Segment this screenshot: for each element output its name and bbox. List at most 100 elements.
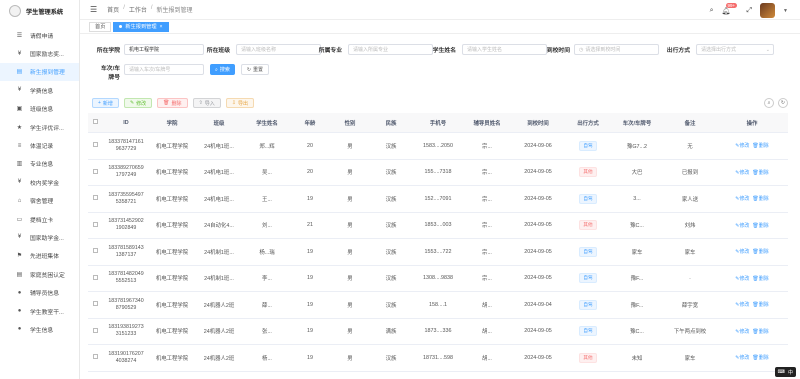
row-checkbox-cell[interactable] bbox=[88, 142, 102, 149]
reset-button[interactable]: ↻ 重置 bbox=[240, 64, 270, 75]
table-row[interactable]: 183731452902 1902849 机电工程学院 24自动化4... 刘... 21… bbox=[88, 213, 788, 239]
row-checkbox-cell[interactable] bbox=[88, 274, 102, 282]
search-button[interactable]: ⌕ 搜索 bbox=[210, 64, 235, 75]
row-checkbox-cell[interactable] bbox=[88, 221, 102, 229]
row-delete-link[interactable]: 🗑︎删除 bbox=[752, 354, 768, 361]
checkbox[interactable] bbox=[92, 221, 98, 227]
college-select[interactable]: 机电工程学院 bbox=[124, 44, 204, 55]
select-all-checkbox[interactable] bbox=[88, 119, 102, 126]
checkbox[interactable] bbox=[92, 327, 98, 333]
class-input[interactable]: 请输入班级名称 bbox=[236, 44, 321, 55]
ime-indicator[interactable]: ⌨ 中 bbox=[774, 367, 796, 377]
close-icon[interactable]: × bbox=[160, 24, 163, 30]
breadcrumb-workbench[interactable]: 工作台 bbox=[129, 5, 147, 14]
breadcrumb-home[interactable]: 首页 bbox=[107, 5, 119, 14]
counselor-cell: 宗... bbox=[482, 196, 492, 203]
row-checkbox-cell[interactable] bbox=[88, 354, 102, 361]
actions-cell: ✎修改 🗑︎删除 bbox=[716, 248, 788, 255]
avatar[interactable] bbox=[760, 3, 776, 18]
chevron-down-icon[interactable]: ▼ bbox=[783, 8, 788, 14]
row-edit-link[interactable]: ✎修改 bbox=[735, 301, 749, 308]
row-delete-link[interactable]: 🗑︎删除 bbox=[752, 248, 768, 255]
checkbox[interactable] bbox=[92, 274, 98, 280]
table-row[interactable]: 183193819273 3151233 机电工程学院 24机器人2班 张... 19 男 满… bbox=[88, 319, 788, 345]
table-row[interactable]: 183781482049 5552513 机电工程学院 24机制1班... 李... 19… bbox=[88, 266, 788, 292]
add-button[interactable]: + 新增 bbox=[92, 98, 119, 108]
row-delete-link[interactable]: 🗑︎删除 bbox=[752, 328, 768, 335]
sidebar-item[interactable]: ¥ 校内奖学金 bbox=[0, 173, 79, 191]
row-checkbox-cell[interactable] bbox=[88, 195, 102, 202]
row-edit-link[interactable]: ✎修改 bbox=[735, 142, 749, 149]
checkbox[interactable] bbox=[92, 142, 98, 148]
row-delete-link[interactable]: 🗑︎删除 bbox=[752, 301, 768, 308]
row-edit-link[interactable]: ✎修改 bbox=[735, 328, 749, 335]
edit-button[interactable]: ✎ 修改 bbox=[123, 98, 153, 108]
checkbox[interactable] bbox=[92, 119, 98, 124]
export-button[interactable]: ⇩ 导出 bbox=[225, 98, 254, 108]
table-row[interactable]: 183735595497 5358721 机电工程学院 24机电1班... 王... 19… bbox=[88, 186, 788, 213]
row-edit-link[interactable]: ✎修改 bbox=[735, 169, 749, 176]
search-toggle-icon[interactable]: ⌕ bbox=[764, 98, 774, 108]
sidebar-item[interactable]: ● 学生教室干... bbox=[0, 302, 79, 320]
table-row[interactable]: 183190176207 4038274 机电工程学院 24机器人2班 杨... 19 男 汉… bbox=[88, 345, 788, 372]
table-row[interactable]: 183781589143 1387137 机电工程学院 24机制1班... 杨...瑞 1… bbox=[88, 239, 788, 266]
row-edit-link[interactable]: ✎修改 bbox=[735, 222, 749, 229]
sidebar-item[interactable]: ★ 学生评优评... bbox=[0, 118, 79, 136]
table-row[interactable]: 183389270659 1797249 机电工程学院 24机电1班... 吴... 20… bbox=[88, 160, 788, 186]
sidebar-item[interactable]: ☰ 请假申请 bbox=[0, 26, 79, 44]
row-edit-link[interactable]: ✎修改 bbox=[735, 275, 749, 282]
sidebar-item[interactable]: ¥ 国家励志奖... bbox=[0, 44, 79, 62]
delete-button[interactable]: 🗑︎ 删除 bbox=[157, 98, 188, 108]
sidebar-item[interactable]: ▥ 专业信息 bbox=[0, 155, 79, 173]
gender-cell: 男 bbox=[347, 196, 353, 203]
sidebar-item[interactable]: ≡ 体温记录 bbox=[0, 136, 79, 154]
row-edit-link[interactable]: ✎修改 bbox=[735, 248, 749, 255]
sidebar-item[interactable]: ⚑ 先进班集体 bbox=[0, 247, 79, 265]
import-button[interactable]: ⇧ 导入 bbox=[192, 98, 221, 108]
table-row[interactable]: 183781967340 8790529 机电工程学院 24机器人2班 薛... 19 男 汉… bbox=[88, 292, 788, 319]
menu-toggle-icon[interactable]: ☰ bbox=[90, 5, 97, 14]
row-delete-link[interactable]: 🗑︎删除 bbox=[752, 169, 768, 176]
travel-method-select[interactable]: 请选择出行方式 ⌄ bbox=[696, 44, 774, 55]
row-delete-link[interactable]: 🗑︎删除 bbox=[752, 142, 768, 149]
sidebar-item[interactable]: ● 辅导员信息 bbox=[0, 283, 79, 301]
notification-bell[interactable]: 🔔︎ 99+ bbox=[722, 2, 738, 15]
row-delete-link[interactable]: 🗑︎删除 bbox=[752, 275, 768, 282]
counselor-cell: 宗... bbox=[482, 143, 492, 150]
row-edit-link[interactable]: ✎修改 bbox=[735, 354, 749, 361]
checkbox[interactable] bbox=[92, 195, 98, 201]
arrive-time-picker[interactable]: ◷ 请选择到校时间 bbox=[574, 44, 659, 55]
row-checkbox-cell[interactable] bbox=[88, 327, 102, 335]
student-name-input[interactable]: 请输入学生姓名 bbox=[462, 44, 547, 55]
row-delete-link[interactable]: 🗑︎删除 bbox=[752, 195, 768, 202]
ethnic-cell: 汉族 bbox=[385, 249, 397, 256]
tab-new-student-register[interactable]: 新生报到管理 × bbox=[113, 21, 169, 32]
sidebar-item[interactable]: ¥ 国家助学金... bbox=[0, 228, 79, 246]
train-input[interactable]: 请输入车次/车牌号 bbox=[124, 64, 204, 75]
row-checkbox-cell[interactable] bbox=[88, 301, 102, 308]
sidebar-item[interactable]: ▤ 新生报到管理 bbox=[0, 62, 79, 82]
row-checkbox-cell[interactable] bbox=[88, 248, 102, 255]
sidebar-item[interactable]: ▣ 班级信息 bbox=[0, 100, 79, 118]
search-icon[interactable]: ⌕ bbox=[710, 7, 714, 15]
row-delete-link[interactable]: 🗑︎删除 bbox=[752, 222, 768, 229]
travel-method-label: 出行方式 bbox=[666, 48, 690, 54]
ethnic-cell: 汉族 bbox=[385, 196, 397, 203]
sidebar-item[interactable]: ▤ 家庭贫困认定 bbox=[0, 265, 79, 283]
sidebar-item[interactable]: ▭ 提档立卡 bbox=[0, 210, 79, 228]
checkbox[interactable] bbox=[92, 248, 98, 254]
checkbox[interactable] bbox=[92, 301, 98, 307]
table-row[interactable]: 183378147161 9637729 机电工程学院 24机电1班... 郑...辉 2… bbox=[88, 133, 788, 160]
row-edit-link[interactable]: ✎修改 bbox=[735, 195, 749, 202]
sidebar-item[interactable]: ⌂ 宿舍管理 bbox=[0, 192, 79, 210]
checkbox[interactable] bbox=[92, 168, 98, 174]
row-checkbox-cell[interactable] bbox=[88, 168, 102, 176]
sidebar-item[interactable]: ● 学生信息 bbox=[0, 320, 79, 338]
fullscreen-icon[interactable]: ⤢ bbox=[746, 7, 752, 15]
refresh-icon[interactable]: ↻ bbox=[778, 98, 788, 108]
gender-cell: 男 bbox=[347, 143, 353, 150]
sidebar-item[interactable]: ¥ 学费信息 bbox=[0, 81, 79, 99]
checkbox[interactable] bbox=[92, 354, 98, 360]
tab-home[interactable]: 首页 bbox=[89, 21, 112, 32]
major-input[interactable]: 请输入所属专业 bbox=[348, 44, 433, 55]
